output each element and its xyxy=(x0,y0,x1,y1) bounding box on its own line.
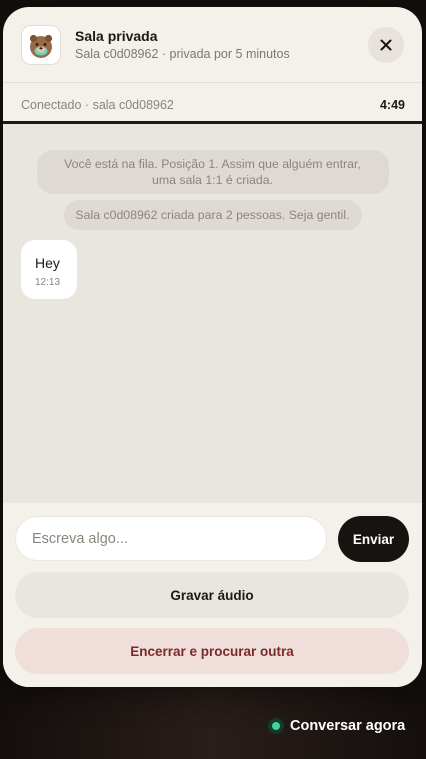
room-subtitle: Sala c0d08962 · privada por 5 minutos xyxy=(75,46,290,61)
send-button[interactable]: Enviar xyxy=(338,516,409,562)
countdown-timer: 4:49 xyxy=(379,98,405,112)
room-title: Sala privada xyxy=(75,27,158,44)
chat-now-label: Conversar agora xyxy=(290,718,406,734)
message-input[interactable] xyxy=(15,516,327,561)
record-audio-button[interactable]: Gravar áudio xyxy=(15,572,409,618)
bear-avatar-icon xyxy=(21,24,61,65)
chat-bubble-text: Hey xyxy=(35,255,60,271)
system-message-queue: Você está na fila. Posição 1. Assim que … xyxy=(36,150,389,194)
chat-header: Sala privada Sala c0d08962 · privada por… xyxy=(3,7,422,83)
chat-bubble-time: 12:13 xyxy=(35,277,61,288)
close-icon xyxy=(380,39,392,50)
chat-now-button[interactable]: Conversar agora xyxy=(262,706,415,746)
connection-status: Conectado · sala c0d08962 xyxy=(21,98,174,112)
connection-status-bar: Conectado · sala c0d08962 4:49 xyxy=(3,90,422,120)
online-status-icon xyxy=(268,718,284,734)
chat-panel: Sala privada Sala c0d08962 · privada por… xyxy=(3,7,422,687)
composer: Enviar Gravar áudio Encerrar e procurar … xyxy=(3,503,422,687)
close-button[interactable] xyxy=(368,26,404,63)
system-message-room-created: Sala c0d08962 criada para 2 pessoas. Sej… xyxy=(63,200,362,230)
chat-bubble: Hey 12:13 xyxy=(21,240,77,299)
online-status-dot xyxy=(272,722,280,730)
message-list[interactable]: Você está na fila. Posição 1. Assim que … xyxy=(3,124,422,503)
end-and-find-another-button[interactable]: Encerrar e procurar outra xyxy=(15,628,409,674)
